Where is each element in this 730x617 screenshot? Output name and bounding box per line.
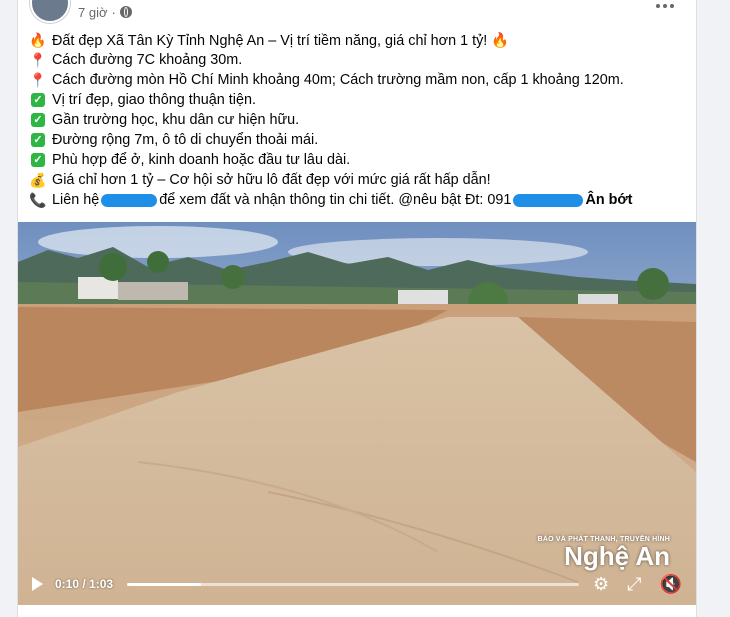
contact-prefix: Liên hệ: [52, 192, 100, 208]
post-text: 🔥 Đất đẹp Xã Tân Kỳ Tỉnh Nghệ An – Vị tr…: [29, 30, 684, 210]
video-control-icons: ⚙ ⤢ 🔇: [593, 574, 682, 595]
post-line-text: Vị trí đẹp, giao thông thuận tiện.: [52, 92, 257, 108]
dot-icon: [656, 4, 660, 8]
post-line-text: Cách đường mòn Hồ Chí Minh khoảng 40m; C…: [52, 72, 624, 88]
settings-gear-icon[interactable]: ⚙: [593, 574, 609, 595]
contact-line: 📞 Liên hệ để xem đất và nhận thông tin c…: [29, 190, 684, 210]
pin-icon: 📍: [29, 71, 47, 88]
video-controls: 0:10 / 1:03 ⚙ ⤢ 🔇: [18, 563, 696, 605]
fullscreen-icon[interactable]: ⤢: [627, 574, 641, 595]
post-line: ✓ Đường rộng 7m, ô tô di chuyển thoải má…: [30, 130, 684, 150]
post-time[interactable]: 7 giờ: [78, 5, 108, 20]
post-line-text: Đất đẹp Xã Tân Kỳ Tỉnh Nghệ An – Vị trí …: [52, 32, 510, 49]
more-options-button[interactable]: [656, 4, 674, 8]
check-icon: ✓: [31, 113, 45, 127]
video-progress-bar[interactable]: [127, 582, 580, 586]
post-line-text: Gần trường học, khu dân cư hiện hữu.: [52, 112, 300, 128]
post-header: 7 giờ ·: [30, 0, 132, 24]
post-meta: 7 giờ ·: [78, 5, 132, 20]
check-icon: ✓: [31, 153, 45, 167]
check-icon: ✓: [31, 133, 45, 147]
post-line-text: Đường rộng 7m, ô tô di chuyển thoải mái.: [52, 132, 319, 148]
phone-icon: 📞: [29, 191, 47, 208]
post-line: ✓ Gần trường học, khu dân cư hiện hữu.: [30, 110, 684, 130]
post-line: 💰 Giá chỉ hơn 1 tỷ – Cơ hội sở hữu lô đấ…: [29, 170, 684, 190]
dot-icon: [663, 4, 667, 8]
contact-suffix[interactable]: Ân bớt: [585, 192, 632, 208]
volume-muted-icon[interactable]: 🔇: [660, 574, 682, 595]
contact-middle: để xem đất và nhận thông tin chi tiết. @…: [159, 192, 512, 208]
money-bag-icon: 💰: [29, 171, 47, 188]
redacted-phone: [513, 193, 584, 207]
fire-icon: 🔥: [29, 31, 47, 48]
avatar[interactable]: [30, 0, 70, 23]
post-line-text: Cách đường 7C khoảng 30m.: [52, 52, 243, 68]
post-card: 7 giờ · 🔥 Đất đẹp Xã Tân Kỳ Tỉnh Nghệ An…: [17, 0, 697, 617]
play-icon[interactable]: [32, 577, 43, 591]
pin-icon: 📍: [29, 51, 47, 68]
current-time: 0:10: [55, 577, 80, 591]
video-progress-fill: [127, 582, 202, 586]
dot-icon: [670, 4, 674, 8]
post-line-text: Giá chỉ hơn 1 tỷ – Cơ hội sở hữu lô đất …: [52, 172, 491, 188]
post-line: 📍 Cách đường 7C khoảng 30m.: [29, 50, 684, 70]
post-line: 🔥 Đất đẹp Xã Tân Kỳ Tỉnh Nghệ An – Vị tr…: [29, 30, 684, 50]
redacted-name: [101, 193, 158, 207]
post-line: ✓ Vị trí đẹp, giao thông thuận tiện.: [30, 90, 684, 110]
video-time: 0:10 / 1:03: [55, 577, 114, 591]
post-line: ✓ Phù hợp để ở, kinh doanh hoặc đầu tư l…: [30, 150, 684, 170]
post-line: 📍 Cách đường mòn Hồ Chí Minh khoảng 40m;…: [29, 70, 684, 90]
video-player[interactable]: BÁO VÀ PHÁT THANH, TRUYỀN HÌNH Nghệ An 0…: [18, 222, 696, 605]
duration: 1:03: [89, 577, 114, 591]
globe-icon[interactable]: [119, 6, 132, 18]
check-icon: ✓: [31, 93, 45, 107]
post-line-text: Phù hợp để ở, kinh doanh hoặc đầu tư lâu…: [52, 152, 351, 168]
